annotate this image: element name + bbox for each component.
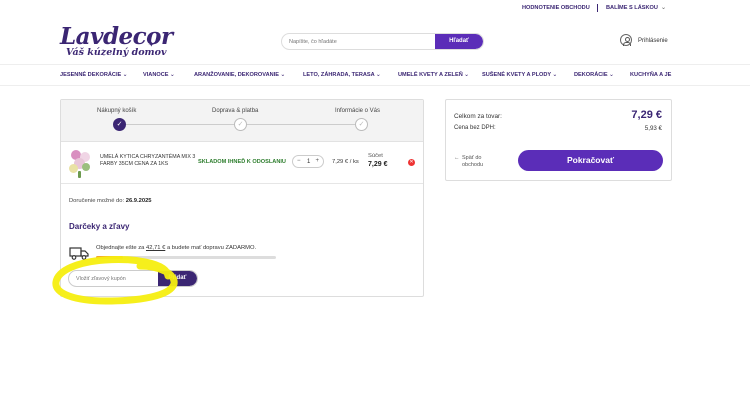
cart-panel: Nákupný košík Doprava & platba Informáci… [60,99,424,297]
nav-item-christmas[interactable]: VIANOCE ⌄ [143,72,175,78]
topbar-divider [597,4,598,12]
free-shipping-progress [96,256,276,259]
nav-item-summer[interactable]: LETO, ZÁHRADA, TERASA ⌄ [303,72,381,78]
nav-item-autumn[interactable]: JESENNÉ DEKORÁCIE ⌄ [60,72,127,78]
remove-item-icon[interactable]: ✕ [408,159,415,166]
net-price-label: Cena bez DPH: [454,125,496,131]
coupon-input[interactable] [69,271,159,286]
back-to-shop-label: Späť do obchodu [462,155,484,168]
category-nav: JESENNÉ DEKORÁCIE ⌄ VIANOCE ⌄ ARANŽOVANI… [0,64,750,86]
quantity-stepper: − 1 + [292,155,324,168]
step-info-check-icon: ✓ [355,118,368,131]
step-cart-label: Nákupný košík [97,108,137,114]
chevron-down-icon[interactable]: ⌄ [661,4,666,11]
total-value: 7,29 € [631,109,662,121]
product-image[interactable] [67,148,93,178]
delivery-label: Doručenie možné do: [69,198,125,204]
packing-link[interactable]: BALÍME S LÁSKOU [606,5,658,11]
delivery-date: Doručenie možné do: 26.9.2025 [69,198,152,204]
sum-value: 7,29 € [368,161,388,168]
step-shipping-check-icon: ✓ [234,118,247,131]
logo-tagline: Váš kúzelný domov [66,47,167,58]
nav-item-kitchen[interactable]: KUCHYŇA A JE [630,72,671,78]
search-input[interactable] [282,34,437,49]
order-summary: Celkom za tovar: 7,29 € Cena bez DPH: 5,… [445,99,672,181]
search-button[interactable]: Hľadať [435,34,483,49]
shipping-remaining-amount: 42,71 € [145,245,166,251]
net-price-value: 5,93 € [644,125,662,132]
coupon-form: Pridať [68,270,198,287]
free-shipping-text: Objednajte ešte za 42,71 € a budete mať … [96,245,257,251]
logo[interactable]: Lavdecor Váš kúzelný domov ✦ [60,23,173,58]
add-coupon-button[interactable]: Pridať [158,271,197,286]
user-icon [620,34,632,46]
free-shipping-progress-fill [96,256,123,259]
step-info-label: Informácie o Vás [335,108,381,114]
checkout-steps: Nákupný košík Doprava & platba Informáci… [61,100,423,142]
logo-wordmark: Lavdecor [60,23,173,50]
nav-item-decorations[interactable]: DEKORÁCIE ⌄ [574,72,614,78]
delivery-date-value: 26.9.2025 [125,198,152,204]
login-label: Prihlásenie [638,38,668,44]
step-cart-check-icon: ✓ [113,118,126,131]
sparkle-icon: ✦ [148,40,155,49]
total-label: Celkom za tovar: [454,113,502,120]
truck-icon [69,247,89,260]
continue-button[interactable]: Pokračovať [518,150,663,171]
product-name[interactable]: UMELÁ KYTICA CHRYZANTÉMA MIX 3 FARBY 35C… [100,154,200,168]
quantity-value[interactable]: 1 [307,159,310,165]
top-bar: HODNOTENIE OBCHODU BALÍME S LÁSKOU ⌄ [0,0,750,16]
cart-item-row: UMELÁ KYTICA CHRYZANTÉMA MIX 3 FARBY 35C… [61,142,423,184]
nav-item-arranging[interactable]: ARANŽOVANIE, DEKOROVANIE ⌄ [194,72,285,78]
stock-status: SKLADOM IHNEĎ K ODOSLANIU [198,159,286,165]
reviews-link[interactable]: HODNOTENIE OBCHODU [522,5,590,11]
gifts-title: Darčeky a zľavy [69,222,130,231]
step-shipping-label: Doprava & platba [212,108,259,114]
minus-icon[interactable]: − [297,158,301,164]
unit-price: 7,29 € / ks [332,159,359,165]
sum-label: Súčet [368,153,383,159]
search-bar: Hľadať [281,33,484,50]
nav-item-artificial-flowers[interactable]: UMELÉ KVETY A ZELEŇ ⌄ [398,72,469,78]
plus-icon[interactable]: + [315,158,319,164]
arrow-left-icon: ← [454,155,460,161]
nav-item-dried-flowers[interactable]: SUŠENÉ KVETY A PLODY ⌄ [482,72,557,78]
